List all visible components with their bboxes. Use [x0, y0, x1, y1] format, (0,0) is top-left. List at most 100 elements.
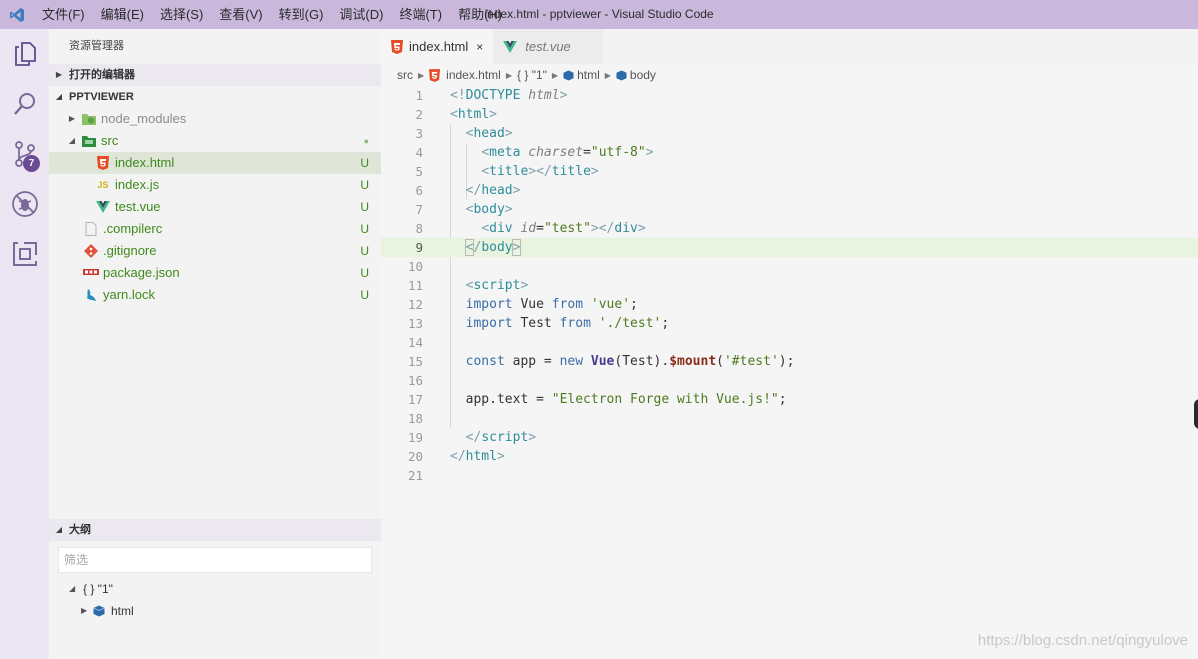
tree-item-compilerc[interactable]: .compilerc U	[49, 218, 381, 240]
chevron-down-icon: ◢	[55, 525, 63, 534]
scroll-handle[interactable]	[1194, 399, 1198, 429]
html5-icon	[429, 68, 441, 82]
tab-test-vue[interactable]: test.vue	[493, 29, 604, 64]
breadcrumb-item[interactable]: html	[577, 68, 600, 82]
code-line: 12 import Vue from 'vue';	[381, 295, 1198, 314]
chevron-down-icon: ◢	[69, 584, 76, 593]
tree-item-label: package.json	[103, 265, 180, 280]
code-line: 11 <script>	[381, 276, 1198, 295]
vscode-logo-icon	[0, 0, 34, 29]
search-icon[interactable]	[0, 80, 49, 128]
code-line: 5 <title></title>	[381, 162, 1198, 181]
code-line: 15 const app = new Vue(Test).$mount('#te…	[381, 352, 1198, 371]
html5-icon	[391, 39, 403, 54]
code-line: 13 import Test from './test';	[381, 314, 1198, 333]
explorer-icon[interactable]	[0, 30, 49, 78]
line-number: 20	[407, 449, 423, 464]
outline-section[interactable]: ◢ 大纲	[49, 519, 381, 541]
chevron-right-icon: ▶	[551, 70, 559, 80]
project-section[interactable]: ◢ PPTVIEWER	[49, 86, 381, 108]
tree-item-label: yarn.lock	[103, 287, 156, 302]
untracked-status: U	[360, 200, 369, 214]
code-line: 20 </html>	[381, 447, 1198, 466]
modified-dot: ●	[363, 136, 369, 146]
outline-item-html[interactable]: ▶ html	[49, 600, 381, 622]
menu-selection[interactable]: 选择(S)	[152, 0, 211, 29]
breadcrumb-item[interactable]: body	[630, 68, 656, 82]
breadcrumb-item[interactable]: { } "1"	[517, 68, 547, 82]
tab-label: index.html	[409, 39, 469, 54]
menu-edit[interactable]: 编辑(E)	[93, 0, 152, 29]
line-number: 16	[407, 373, 423, 388]
tree-item-label: .compilerc	[103, 221, 163, 236]
line-number: 15	[407, 354, 423, 369]
untracked-status: U	[360, 288, 369, 302]
code-line: 7 <body>	[381, 200, 1198, 219]
line-number: 12	[407, 297, 423, 312]
breadcrumb-item[interactable]: index.html	[446, 68, 501, 82]
tree-item-yarn-lock[interactable]: yarn.lock U	[49, 284, 381, 306]
code-text: </script>	[465, 430, 537, 445]
menu-bar: 文件(F) 编辑(E) 选择(S) 查看(V) 转到(G) 调试(D) 终端(T…	[34, 0, 510, 29]
menu-terminal[interactable]: 终端(T)	[391, 0, 450, 29]
tree-item-label: .gitignore	[103, 243, 157, 258]
explorer-sidebar: 资源管理器 ▶ 打开的编辑器 ◢ PPTVIEWER ▶ node_module…	[49, 29, 381, 659]
src-folder-icon	[79, 134, 99, 148]
source-control-icon[interactable]: 7	[0, 130, 49, 178]
outline-filter-input[interactable]: 筛选	[58, 547, 372, 573]
outline-item-label: { } "1"	[83, 582, 113, 596]
menu-help[interactable]: 帮助(H)	[450, 0, 510, 29]
menu-debug[interactable]: 调试(D)	[331, 0, 391, 29]
chevron-down-icon: ◢	[68, 136, 76, 145]
outline-title: 大纲	[69, 524, 91, 536]
line-number: 7	[415, 202, 423, 217]
code-line: 18	[381, 409, 1198, 428]
vue-icon	[93, 201, 113, 213]
line-number: 21	[407, 468, 423, 483]
code-text: <body>	[465, 202, 513, 217]
activity-bar: 7	[0, 29, 49, 659]
tree-item-label: node_modules	[101, 111, 187, 126]
code-text: <html>	[450, 107, 497, 122]
tree-item-index-html[interactable]: index.html U	[49, 152, 381, 174]
extensions-icon[interactable]	[0, 230, 49, 278]
tab-index-html[interactable]: index.html ×	[381, 29, 494, 64]
debug-icon[interactable]	[0, 180, 49, 228]
file-icon	[81, 222, 101, 236]
menu-view[interactable]: 查看(V)	[211, 0, 270, 29]
outline-item-root[interactable]: ◢ { } "1"	[49, 578, 381, 600]
menu-go[interactable]: 转到(G)	[271, 0, 332, 29]
code-line: 19 </script>	[381, 428, 1198, 447]
code-text: <title></title>	[481, 164, 599, 179]
open-editors-section[interactable]: ▶ 打开的编辑器	[49, 64, 381, 86]
close-icon[interactable]: ×	[476, 40, 483, 54]
code-text: <meta charset="utf-8">	[481, 145, 654, 160]
code-line: 10	[381, 257, 1198, 276]
line-number: 9	[415, 240, 423, 255]
tree-item-node-modules[interactable]: ▶ node_modules	[49, 108, 381, 130]
open-editors-label: 打开的编辑器	[69, 69, 135, 81]
breadcrumb-item[interactable]: src	[397, 68, 413, 82]
untracked-status: U	[360, 222, 369, 236]
code-editor[interactable]: 1 <!DOCTYPE html> 2 <html> 3 <head> 4 <met…	[381, 86, 1198, 485]
line-number: 1	[415, 88, 423, 103]
chevron-right-icon: ▶	[604, 70, 611, 80]
node-folder-icon	[79, 112, 99, 126]
tree-item-label: index.js	[115, 177, 160, 192]
yarn-icon	[81, 288, 101, 302]
tree-item-label: src	[101, 133, 119, 148]
menu-file[interactable]: 文件(F)	[34, 0, 93, 29]
editor-area: index.html × test.vue src ▶ index.html ▶…	[381, 29, 1198, 659]
tree-item-test-vue[interactable]: test.vue U	[49, 196, 381, 218]
code-text: app.text = "Electron Forge with Vue.js!"…	[450, 392, 787, 407]
tree-item-src[interactable]: ◢ src ●	[49, 130, 381, 152]
tree-item-index-js[interactable]: JS index.js U	[49, 174, 381, 196]
code-line: 1 <!DOCTYPE html>	[381, 86, 1198, 105]
code-line: 2 <html>	[381, 105, 1198, 124]
tree-item-gitignore[interactable]: .gitignore U	[49, 240, 381, 262]
tree-item-package-json[interactable]: package.json U	[49, 262, 381, 284]
tab-label: test.vue	[525, 39, 571, 54]
untracked-status: U	[360, 244, 369, 258]
line-number: 2	[415, 107, 423, 122]
untracked-status: U	[360, 156, 369, 170]
